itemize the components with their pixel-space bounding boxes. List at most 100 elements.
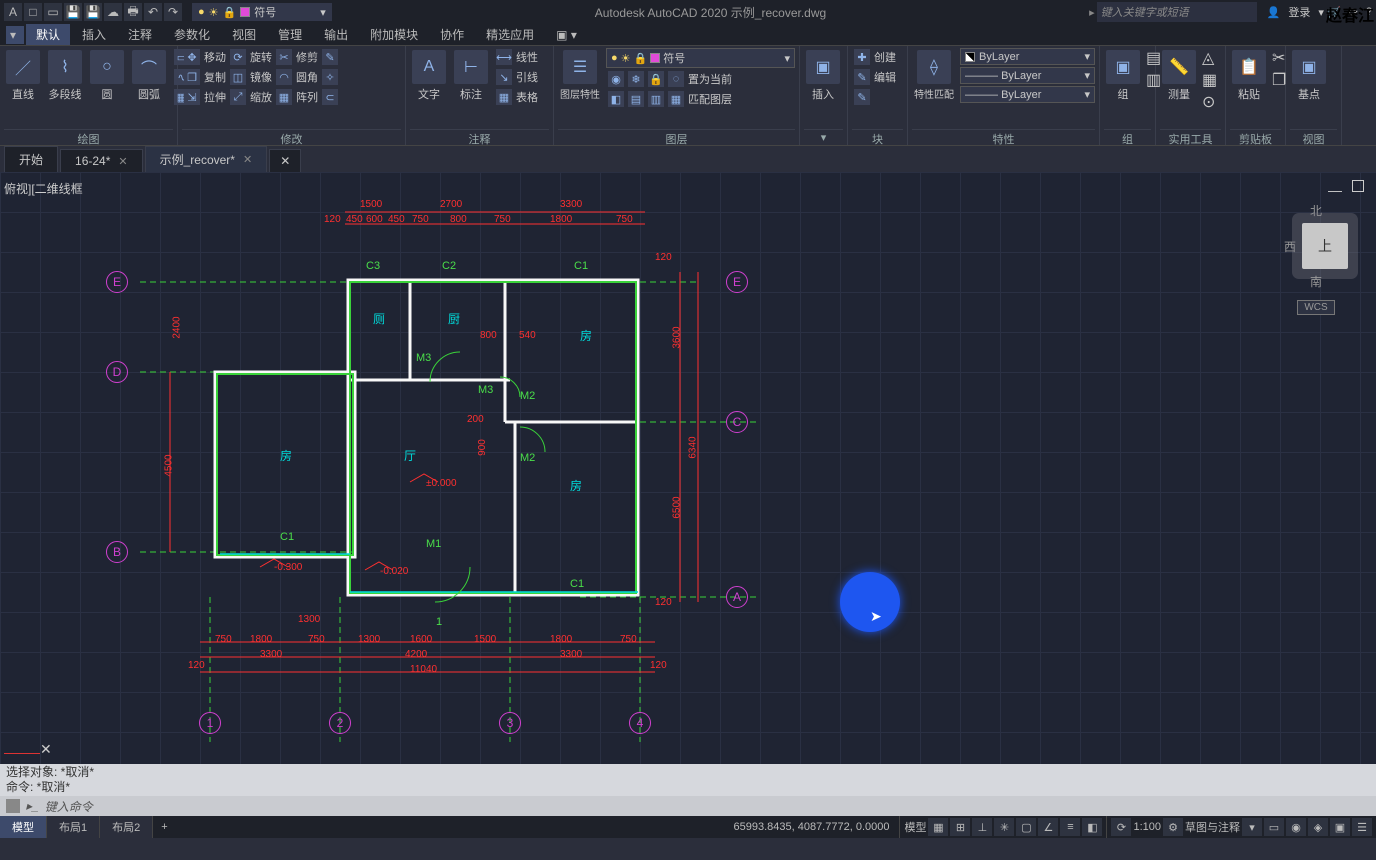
llay3-icon[interactable]: ▦ bbox=[668, 91, 684, 107]
qat-open-icon[interactable]: ▭ bbox=[44, 3, 62, 21]
qat-undo-icon[interactable]: ↶ bbox=[144, 3, 162, 21]
lwt-icon[interactable]: ≡ bbox=[1060, 818, 1080, 836]
btn-measure[interactable]: 📏测量 bbox=[1160, 48, 1198, 104]
isolate-icon[interactable]: ◉ bbox=[1286, 818, 1306, 836]
btn-table[interactable]: ▦表格 bbox=[494, 88, 540, 106]
polar-icon[interactable]: ✳ bbox=[994, 818, 1014, 836]
grid-icon[interactable]: ▦ bbox=[928, 818, 948, 836]
snap-icon[interactable]: ⊞ bbox=[950, 818, 970, 836]
title-layer-combo[interactable]: ● ☀ 🔒 符号 ▾ bbox=[192, 3, 332, 21]
btn-matchprops[interactable]: ⟠特性匹配 bbox=[912, 48, 956, 103]
tab-featured[interactable]: 精选应用 bbox=[476, 24, 544, 45]
tab-addins[interactable]: 附加模块 bbox=[360, 24, 428, 45]
qat-cloud-icon[interactable]: ☁ bbox=[104, 3, 122, 21]
layout-tab-1[interactable]: 布局1 bbox=[47, 816, 100, 838]
ortho-icon[interactable]: ⊥ bbox=[972, 818, 992, 836]
a360-icon[interactable]: ⟳ bbox=[1349, 6, 1358, 19]
liso-icon[interactable]: ◉ bbox=[608, 71, 624, 87]
tab-annotate[interactable]: 注释 bbox=[118, 24, 162, 45]
tab-insert[interactable]: 插入 bbox=[72, 24, 116, 45]
u1-icon[interactable]: ◬ bbox=[1202, 48, 1217, 68]
llay-icon[interactable]: ▤ bbox=[628, 91, 644, 107]
tab-output[interactable]: 输出 bbox=[314, 24, 358, 45]
btn-insert[interactable]: ▣插入 bbox=[804, 48, 842, 104]
explode-icon[interactable]: ✧ bbox=[322, 69, 338, 85]
btn-copy[interactable]: 复制 bbox=[204, 69, 226, 85]
command-line[interactable]: ▸_ 键入命令 bbox=[0, 796, 1376, 816]
osnap-icon[interactable]: ▢ bbox=[1016, 818, 1036, 836]
llay2-icon[interactable]: ▥ bbox=[648, 91, 664, 107]
btn-arc[interactable]: ⌒圆弧 bbox=[130, 48, 168, 104]
color-combo[interactable]: ByLayer▾ bbox=[960, 48, 1095, 65]
ltype-combo[interactable]: ——— ByLayer▾ bbox=[960, 86, 1095, 103]
otrack-icon[interactable]: ∠ bbox=[1038, 818, 1058, 836]
u3-icon[interactable]: ⊙ bbox=[1202, 92, 1217, 112]
qat-redo-icon[interactable]: ↷ bbox=[164, 3, 182, 21]
layer-combo[interactable]: ● ☀ 🔒 符号 ▾ bbox=[606, 48, 795, 68]
btn-fillet[interactable]: 圆角 bbox=[296, 69, 318, 85]
login-icon[interactable]: 👤 bbox=[1267, 6, 1281, 19]
lfrz-icon[interactable]: ❄ bbox=[628, 71, 644, 87]
btn-scale[interactable]: 缩放 bbox=[250, 89, 272, 105]
copy2-icon[interactable]: ❐ bbox=[1272, 70, 1286, 90]
viewport-label[interactable]: 俯视][二维线框 bbox=[4, 180, 83, 197]
clean-icon[interactable]: ▣ bbox=[1330, 818, 1350, 836]
llock-icon[interactable]: 🔒 bbox=[648, 71, 664, 87]
btn-move[interactable]: 移动 bbox=[204, 49, 226, 65]
wcs-label[interactable]: WCS bbox=[1297, 300, 1334, 315]
doc-tab-new[interactable]: ✕ bbox=[269, 149, 301, 172]
btn-array[interactable]: 阵列 bbox=[296, 89, 318, 105]
u2-icon[interactable]: ▦ bbox=[1202, 70, 1217, 90]
qat-saveas-icon[interactable]: 💾 bbox=[84, 3, 102, 21]
qat-save-icon[interactable]: 💾 bbox=[64, 3, 82, 21]
layout-tab-2[interactable]: 布局2 bbox=[100, 816, 153, 838]
doc-tab-start[interactable]: 开始 bbox=[4, 146, 58, 172]
btn-create[interactable]: ✚创建 bbox=[852, 48, 898, 66]
btn-polyline[interactable]: ⌇多段线 bbox=[46, 48, 84, 104]
close-icon[interactable]: ✕ bbox=[243, 153, 252, 166]
lweight-combo[interactable]: ——— ByLayer▾ bbox=[960, 67, 1095, 84]
loff-icon[interactable]: ◌ bbox=[668, 71, 684, 87]
tab-overflow-icon[interactable]: ▣ ▾ bbox=[546, 26, 587, 44]
qat-new-icon[interactable]: □ bbox=[24, 3, 42, 21]
workspace-label[interactable]: 草图与注释 bbox=[1185, 819, 1240, 835]
offset-icon[interactable]: ⊂ bbox=[322, 89, 338, 105]
btn-text[interactable]: A文字 bbox=[410, 48, 448, 104]
login-label[interactable]: 登录 bbox=[1288, 4, 1310, 20]
doc-tab-1[interactable]: 16-24*✕ bbox=[60, 149, 143, 172]
btn-stretch[interactable]: 拉伸 bbox=[204, 89, 226, 105]
hw-icon[interactable]: ◈ bbox=[1308, 818, 1328, 836]
btn-dim[interactable]: ⊢标注 bbox=[452, 48, 490, 104]
btn-leader[interactable]: ↘引线 bbox=[494, 68, 540, 86]
qat-app-icon[interactable]: A bbox=[4, 3, 22, 21]
tab-view[interactable]: 视图 bbox=[222, 24, 266, 45]
search-input[interactable]: 键入关键字或短语 bbox=[1097, 2, 1257, 22]
cmd-handle-icon[interactable] bbox=[6, 799, 20, 813]
btn-mirror[interactable]: 镜像 bbox=[250, 69, 272, 85]
ucs-close-icon[interactable]: ✕ bbox=[40, 741, 52, 758]
qat-print-icon[interactable]: 🖶 bbox=[124, 3, 142, 21]
model-space-label[interactable]: 模型 bbox=[904, 819, 926, 835]
btn-line[interactable]: ／直线 bbox=[4, 48, 42, 104]
custom-icon[interactable]: ☰ bbox=[1352, 818, 1372, 836]
gear-icon[interactable]: ⚙ bbox=[1163, 818, 1183, 836]
btn-base[interactable]: ▣基点 bbox=[1290, 48, 1328, 104]
tab-manage[interactable]: 管理 bbox=[268, 24, 312, 45]
btn-layer-props[interactable]: ☰图层特性 bbox=[558, 48, 602, 103]
btn-paste[interactable]: 📋粘贴 bbox=[1230, 48, 1268, 104]
minimize-icon[interactable]: — bbox=[1328, 182, 1342, 198]
app-menu-button[interactable]: ▾ bbox=[6, 26, 24, 44]
lmatch-icon[interactable]: ◧ bbox=[608, 91, 624, 107]
scale-label[interactable]: 1:100 bbox=[1133, 821, 1161, 833]
tab-parametric[interactable]: 参数化 bbox=[164, 24, 220, 45]
viewcube[interactable]: 北 西 上 南 WCS bbox=[1276, 202, 1356, 322]
btn-matchlayer[interactable]: 匹配图层 bbox=[688, 91, 732, 107]
btn-circle[interactable]: ○圆 bbox=[88, 48, 126, 104]
doc-tab-2[interactable]: 示例_recover*✕ bbox=[145, 146, 268, 172]
layout-tab-model[interactable]: 模型 bbox=[0, 816, 47, 838]
btn-setcurrent[interactable]: 置为当前 bbox=[688, 71, 732, 87]
close-icon[interactable]: ✕ bbox=[118, 155, 127, 168]
btn-trim[interactable]: 修剪 bbox=[296, 49, 318, 65]
viewcube-top[interactable]: 上 bbox=[1302, 223, 1348, 269]
anno-scale-icon[interactable]: ⟳ bbox=[1111, 818, 1131, 836]
